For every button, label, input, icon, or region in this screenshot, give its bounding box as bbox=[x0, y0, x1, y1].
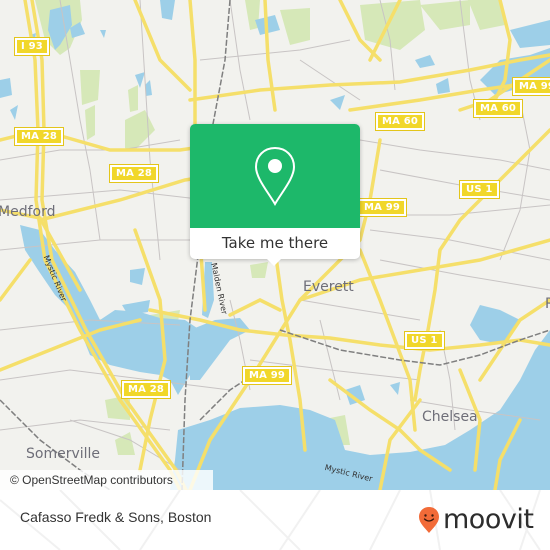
moovit-logo[interactable]: moovit bbox=[418, 504, 534, 535]
route-shield-ma28-south: MA 28 bbox=[120, 380, 172, 399]
route-shield-ma99-everett: MA 99 bbox=[356, 198, 408, 217]
place-label-medford: Medford bbox=[0, 204, 56, 220]
route-shield-ma28: MA 28 bbox=[108, 164, 160, 183]
footer-bar: Cafasso Fredk & Sons, Boston moovit bbox=[0, 490, 550, 550]
route-shield-us1-north: US 1 bbox=[459, 180, 500, 199]
take-me-there-button[interactable]: Take me there bbox=[190, 228, 360, 259]
place-label-chelsea: Chelsea bbox=[422, 409, 478, 425]
map-pin-icon bbox=[254, 146, 296, 206]
route-shield-ma99-north: MA 99 bbox=[511, 77, 550, 96]
moovit-wordmark: moovit bbox=[443, 504, 534, 535]
route-shield-i93: I 93 bbox=[14, 37, 50, 56]
place-title: Cafasso Fredk & Sons, Boston bbox=[20, 509, 212, 525]
map-attribution[interactable]: © OpenStreetMap contributors bbox=[0, 470, 213, 490]
popup-header bbox=[190, 124, 360, 228]
map-view[interactable]: I 93 MA 99 MA 28 MA 60 MA 60 MA 28 US 1 … bbox=[0, 0, 550, 490]
route-shield-ma60-east: MA 60 bbox=[472, 99, 524, 118]
place-label-somerville: Somerville bbox=[26, 446, 101, 462]
route-shield-ma99: MA 99 bbox=[241, 366, 293, 385]
moovit-smiley-pin-icon bbox=[419, 507, 439, 533]
location-popup: Take me there bbox=[190, 124, 360, 266]
route-shield-ma60: MA 60 bbox=[374, 112, 426, 131]
place-label-revere: R bbox=[545, 296, 550, 312]
route-shield-ma28-west: MA 28 bbox=[13, 127, 65, 146]
place-label-everett: Everett bbox=[303, 279, 354, 295]
route-shield-us1: US 1 bbox=[404, 331, 445, 350]
popup-pointer bbox=[267, 259, 281, 266]
